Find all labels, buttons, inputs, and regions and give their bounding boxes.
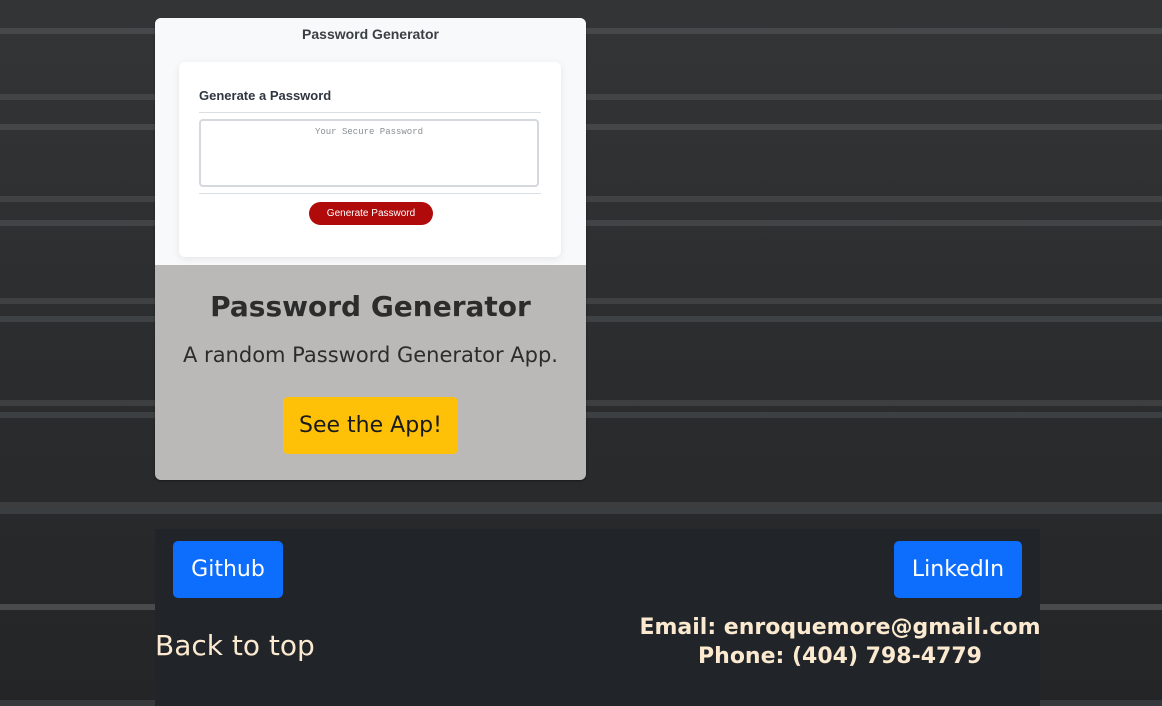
preview-panel: Generate a Password Your Secure Password… (179, 62, 561, 257)
contact-info: Email: enroquemore@gmail.com Phone: (404… (625, 613, 1055, 671)
project-screenshot: Password Generator Generate a Password Y… (155, 18, 586, 265)
preview-heading: Generate a Password (199, 88, 332, 103)
card-title: Password Generator (210, 290, 531, 323)
preview-divider-top (199, 112, 541, 113)
phone-text: Phone: (404) 798-4779 (698, 644, 982, 669)
preview-generate-button: Generate Password (309, 202, 433, 225)
see-the-app-button[interactable]: See the App! (283, 397, 458, 454)
preview-divider-bottom (199, 193, 541, 194)
page: { "card": { "preview": { "title": "Passw… (0, 0, 1162, 706)
email-text: Email: enroquemore@gmail.com (639, 615, 1041, 640)
back-to-top-link[interactable]: Back to top (155, 629, 315, 662)
github-button[interactable]: Github (173, 541, 283, 598)
card-description: A random Password Generator App. (183, 343, 558, 367)
project-card: Password Generator Generate a Password Y… (155, 18, 586, 480)
card-body: Password Generator A random Password Gen… (155, 265, 586, 480)
preview-title: Password Generator (302, 26, 439, 42)
linkedin-button[interactable]: LinkedIn (894, 541, 1022, 598)
preview-password-box: Your Secure Password (199, 119, 539, 187)
footer: Github LinkedIn Back to top Email: enroq… (155, 529, 1041, 706)
